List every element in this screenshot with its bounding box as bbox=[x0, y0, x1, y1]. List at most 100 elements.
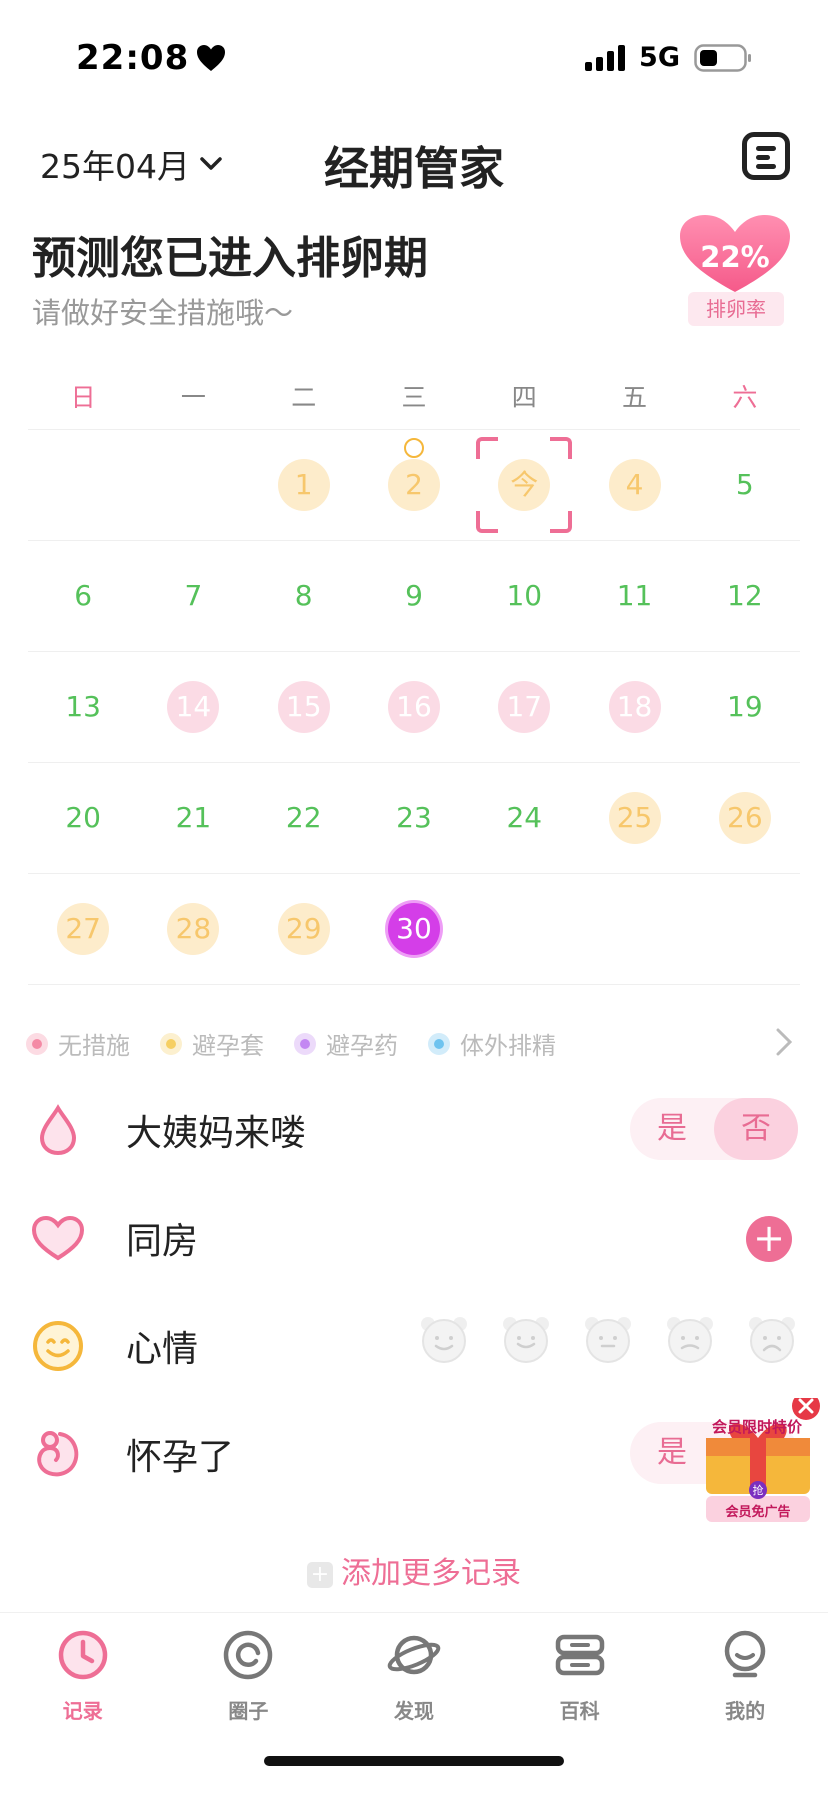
calendar-day-number: 1 bbox=[277, 459, 330, 511]
network-label: 5G bbox=[639, 42, 680, 73]
calendar-day-cell[interactable]: 14 bbox=[138, 652, 248, 762]
calendar-day-cell[interactable]: 26 bbox=[690, 763, 800, 873]
period-label: 大姨妈来喽 bbox=[126, 1113, 307, 1154]
calendar-day-cell[interactable]: 18 bbox=[579, 652, 689, 762]
ad-badge: 抢 bbox=[752, 1484, 764, 1497]
mood-options bbox=[418, 1314, 798, 1364]
calendar-day-number: 28 bbox=[167, 903, 220, 955]
page-title: 经期管家 bbox=[323, 142, 504, 195]
legend-label: 避孕药 bbox=[326, 1032, 398, 1060]
legend-item: 体外排精 bbox=[428, 1026, 556, 1061]
calendar-day-cell[interactable]: 13 bbox=[28, 652, 138, 762]
legend-label: 体外排精 bbox=[460, 1032, 556, 1060]
tab-encyclopedia-label: 百科 bbox=[559, 1699, 600, 1723]
weekday-mon: 一 bbox=[180, 383, 206, 412]
period-yes-button[interactable]: 是 bbox=[630, 1098, 714, 1160]
calendar-day-cell[interactable]: 21 bbox=[138, 763, 248, 873]
calendar-day-cell[interactable]: 30 bbox=[359, 874, 469, 984]
clock-icon bbox=[58, 1630, 108, 1680]
calendar-day-cell[interactable]: 23 bbox=[359, 763, 469, 873]
calendar-day-cell[interactable]: 12 bbox=[690, 541, 800, 651]
signal-icon bbox=[585, 44, 626, 71]
period-row: 大姨妈来喽 是 否 bbox=[30, 1090, 798, 1170]
calendar-day-cell[interactable]: 22 bbox=[249, 763, 359, 873]
member-ad-banner[interactable]: 会员限时特价 抢 会员免广告 bbox=[692, 1392, 822, 1524]
add-intimacy-button[interactable]: + bbox=[746, 1216, 792, 1262]
drop-icon bbox=[39, 1104, 77, 1156]
calendar-day-number: 26 bbox=[718, 792, 771, 844]
chevron-right-icon[interactable] bbox=[776, 1028, 793, 1064]
legend-dot-icon bbox=[294, 1032, 316, 1055]
tab-record-label: 记录 bbox=[62, 1699, 103, 1723]
calendar-day-cell[interactable]: 8 bbox=[249, 541, 359, 651]
weekday-sat: 六 bbox=[732, 383, 758, 412]
period-no-button[interactable]: 否 bbox=[714, 1098, 798, 1160]
calendar-day-cell[interactable]: 19 bbox=[690, 652, 800, 762]
calendar-day-number: 22 bbox=[285, 801, 322, 834]
calendar-day-number: 29 bbox=[277, 903, 330, 955]
mood-face-icon[interactable] bbox=[418, 1314, 470, 1364]
calendar-day-cell[interactable]: 15 bbox=[249, 652, 359, 762]
calendar-day-cell bbox=[579, 874, 689, 984]
mood-face-icon[interactable] bbox=[664, 1314, 716, 1364]
add-more-records-button[interactable]: + 添加更多记录 bbox=[0, 1548, 828, 1592]
weekday-tue: 二 bbox=[291, 383, 317, 412]
calendar-day-cell[interactable]: 9 bbox=[359, 541, 469, 651]
calendar-day-cell[interactable]: 17 bbox=[469, 652, 579, 762]
calendar-day-cell[interactable]: 16 bbox=[359, 652, 469, 762]
calendar-day-number: 5 bbox=[735, 468, 754, 501]
legend-item: 避孕套 bbox=[160, 1026, 264, 1061]
mood-face-icon[interactable] bbox=[582, 1314, 634, 1364]
calendar-day-number: 23 bbox=[396, 801, 432, 834]
calendar-day-number: 30 bbox=[387, 903, 440, 955]
calendar-day-cell bbox=[138, 430, 248, 540]
calendar-day-cell[interactable]: 20 bbox=[28, 763, 138, 873]
legend-dot-icon bbox=[160, 1032, 182, 1055]
tab-discover[interactable]: 发现 bbox=[331, 1613, 497, 1743]
ovulation-rate-badge[interactable]: 22% bbox=[678, 214, 792, 294]
weekday-wed: 三 bbox=[401, 383, 427, 412]
smiley-icon bbox=[33, 1321, 83, 1371]
calendar-day-cell[interactable]: 27 bbox=[28, 874, 138, 984]
status-indicators: 5G bbox=[585, 42, 752, 73]
tab-encyclopedia[interactable]: 百科 bbox=[497, 1613, 663, 1743]
mood-face-icon[interactable] bbox=[500, 1314, 552, 1364]
calendar-day-cell[interactable]: 11 bbox=[579, 541, 689, 651]
calendar-day-cell[interactable]: 5 bbox=[690, 430, 800, 540]
calendar-day-number: 20 bbox=[65, 801, 101, 834]
mood-face-icon[interactable] bbox=[746, 1314, 798, 1364]
calendar-week-row: 20 21 22 23 24 25 26 bbox=[28, 762, 800, 873]
calendar-day-number: 10 bbox=[506, 579, 543, 612]
tab-record[interactable]: 记录 bbox=[0, 1613, 166, 1743]
calendar-day-number: 16 bbox=[387, 681, 440, 733]
calendar-day-cell[interactable]: 29 bbox=[249, 874, 359, 984]
calendar-day-cell[interactable]: 24 bbox=[469, 763, 579, 873]
calendar-grid: 1 2 今 4 5 6 7 8 9 10 11 12 13 14 15 16 17 18 19 20 21 22 23 24 2… bbox=[28, 429, 800, 985]
calendar-day-cell[interactable]: 28 bbox=[138, 874, 248, 984]
ad-bottom-text: 会员免广告 bbox=[725, 1505, 791, 1520]
calendar-day-cell[interactable]: 7 bbox=[138, 541, 248, 651]
mood-row: 心情 bbox=[30, 1306, 798, 1386]
calendar-day-cell bbox=[690, 874, 800, 984]
tab-profile[interactable]: 我的 bbox=[662, 1613, 828, 1743]
tab-circle[interactable]: 圈子 bbox=[166, 1613, 332, 1743]
status-time: 22:08 bbox=[76, 38, 190, 78]
calendar-day-cell[interactable]: 4 bbox=[579, 430, 689, 540]
mood-marker-icon bbox=[403, 438, 424, 458]
calendar-day-number: 9 bbox=[405, 579, 423, 612]
intimacy-row: 同房 + bbox=[30, 1198, 798, 1278]
calendar-day-number: 8 bbox=[294, 579, 313, 612]
ovulation-rate-label: 排卵率 bbox=[688, 292, 784, 326]
tab-circle-label: 圈子 bbox=[228, 1699, 269, 1723]
calendar-day-cell[interactable]: 10 bbox=[469, 541, 579, 651]
calendar-day-cell[interactable]: 今 bbox=[469, 430, 579, 540]
calendar-day-cell[interactable]: 2 bbox=[359, 430, 469, 540]
notes-menu-button[interactable] bbox=[742, 132, 790, 180]
calendar-day-number: 24 bbox=[506, 801, 543, 834]
calendar-day-cell[interactable]: 25 bbox=[579, 763, 689, 873]
today-day-label: 今 bbox=[498, 459, 551, 511]
calendar-day-number: 27 bbox=[57, 903, 110, 955]
intimacy-label: 同房 bbox=[126, 1221, 199, 1262]
calendar-day-cell[interactable]: 1 bbox=[249, 430, 359, 540]
calendar-day-cell[interactable]: 6 bbox=[28, 541, 138, 651]
